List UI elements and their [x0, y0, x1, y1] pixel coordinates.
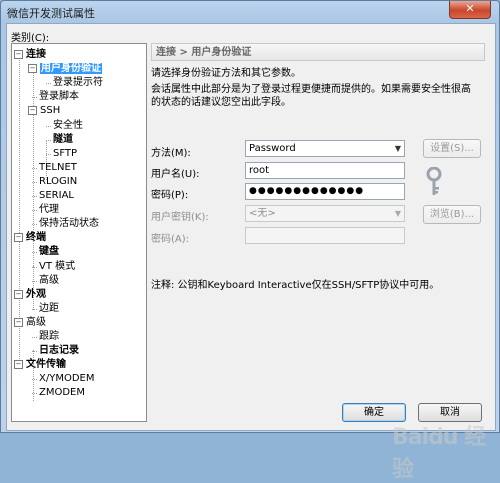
password-label: 密码(P): [151, 190, 189, 201]
collapse-icon[interactable]: − [14, 317, 23, 327]
tree-item-label: 登录脚本 [39, 91, 79, 103]
chevron-down-icon: ▼ [394, 209, 401, 218]
tree-item[interactable]: − 文件传输 [14, 358, 66, 372]
chevron-down-icon: ▼ [394, 144, 401, 153]
properties-dialog: 微信开发测试属性 ✕ 类别(C): − 连接 − 用户身份验证 登录提示符 登录脚本 − SS… [0, 0, 500, 482]
tree-item-label: RLOGIN [39, 175, 78, 187]
tree-item[interactable]: 安全性 [46, 119, 83, 133]
tree-item-label: SERIAL [39, 190, 74, 201]
tree-item-label: 高级 [39, 274, 59, 286]
watermark: Baidu 经验 [392, 425, 486, 482]
tree-item[interactable]: SFTP [46, 147, 78, 161]
passphrase-label: 密码(A): [151, 234, 190, 245]
tree-item[interactable]: − 连接 [14, 48, 46, 62]
tree-item-label: 用户身份验证 [40, 63, 102, 75]
tree-item[interactable]: TELNET [32, 161, 77, 175]
method-label: 方法(M): [151, 148, 191, 159]
method-select[interactable]: Password ▼ [245, 140, 405, 157]
description-line-2: 的状态的话建议您空出此字段。 [151, 97, 291, 108]
key-icon [426, 167, 442, 195]
window-title: 微信开发测试属性 [7, 7, 95, 20]
collapse-icon[interactable]: − [28, 64, 37, 74]
category-tree[interactable]: − 连接 − 用户身份验证 登录提示符 登录脚本 − SSH 安全性 隧道 SFTP TELNET RL… [11, 43, 147, 422]
tree-item-label: SFTP [53, 147, 78, 159]
tree-item-label: ZMODEM [39, 387, 85, 399]
tree-item[interactable]: − 高级 [14, 316, 46, 330]
tree-item[interactable]: X/YMODEM [32, 372, 95, 386]
tree-item[interactable]: VT 模式 [32, 260, 76, 274]
tree-item-label: 边距 [39, 302, 59, 314]
tree-item-label: 高级 [26, 316, 46, 328]
tree-item-label: 连接 [26, 49, 46, 60]
dialog-body: 类别(C): − 连接 − 用户身份验证 登录提示符 登录脚本 − SSH 安全性 隧道 SFTP T… [6, 23, 496, 482]
tree-item[interactable]: 登录提示符 [46, 76, 103, 90]
passphrase-input[interactable] [245, 227, 405, 244]
tree-item-label: SSH [40, 105, 61, 117]
tree-item[interactable]: 边距 [32, 302, 59, 316]
user-key-label: 用户密钥(K): [151, 212, 209, 223]
tree-item-label: 终端 [26, 232, 46, 244]
collapse-icon[interactable]: − [14, 50, 23, 59]
tree-item[interactable]: 跟踪 [32, 330, 59, 344]
collapse-icon[interactable]: − [14, 289, 23, 299]
note-text: 注释: 公钥和Keyboard Interactive仅在SSH/SFTP协议中… [151, 280, 440, 291]
tree-item-label: 文件传输 [26, 359, 66, 371]
tree-item-label: VT 模式 [39, 260, 76, 272]
user-key-value: <无> [249, 208, 276, 219]
user-key-select[interactable]: <无> ▼ [245, 205, 405, 222]
username-label: 用户名(U): [151, 169, 200, 180]
instruction-text: 请选择身份验证方法和其它参数。 [151, 68, 301, 79]
panel-header: 连接 > 用户身份验证 [151, 43, 485, 61]
method-value: Password [249, 143, 296, 154]
tree-item-label: 键盘 [39, 246, 59, 258]
tree-item[interactable]: 保持活动状态 [32, 217, 99, 231]
tree-item-label: 跟踪 [39, 331, 59, 342]
tree-item-label: TELNET [39, 161, 77, 173]
tree-item[interactable]: 键盘 [32, 245, 59, 259]
username-input[interactable]: root [245, 162, 405, 179]
description-line-1: 会话属性中此部分是为了登录过程更便捷而提供的。如果需要安全性很高 [151, 84, 471, 95]
tree-item[interactable]: − 终端 [14, 231, 46, 245]
password-input[interactable]: ●●●●●●●●●●●●● [245, 183, 405, 200]
browse-button[interactable]: 浏览(B)... [423, 205, 481, 224]
tree-item-label: 隧道 [53, 133, 73, 145]
collapse-icon[interactable]: − [14, 360, 23, 370]
collapse-icon[interactable]: − [28, 106, 37, 116]
close-button[interactable]: ✕ [449, 1, 491, 19]
close-icon: ✕ [465, 2, 475, 15]
tree-item[interactable]: 代理 [32, 203, 59, 217]
tree-item-label: 保持活动状态 [39, 218, 99, 230]
tree-item-label: 安全性 [53, 119, 83, 131]
category-label: 类别(C): [11, 33, 50, 44]
collapse-icon[interactable]: − [14, 233, 23, 243]
tree-item-label: 登录提示符 [53, 77, 103, 89]
tree-item[interactable]: 登录脚本 [32, 90, 79, 104]
tree-item[interactable]: RLOGIN [32, 175, 78, 189]
tree-item[interactable]: ZMODEM [32, 386, 85, 400]
tree-item[interactable]: − 外观 [14, 288, 46, 302]
tree-item[interactable]: 隧道 [46, 133, 73, 147]
tree-item-label: X/YMODEM [39, 373, 95, 385]
tree-item[interactable]: 日志记录 [32, 344, 79, 358]
tree-item[interactable]: SERIAL [32, 189, 74, 203]
tree-item[interactable]: 高级 [32, 274, 59, 288]
tree-item[interactable]: − 用户身份验证 [28, 62, 102, 76]
title-bar[interactable]: 微信开发测试属性 ✕ [1, 1, 499, 23]
tree-item-label: 代理 [39, 204, 59, 216]
tree-item-label: 日志记录 [39, 345, 79, 357]
settings-button[interactable]: 设置(S)... [423, 139, 481, 158]
tree-item[interactable]: − SSH [28, 104, 60, 118]
tree-item-label: 外观 [26, 288, 46, 300]
